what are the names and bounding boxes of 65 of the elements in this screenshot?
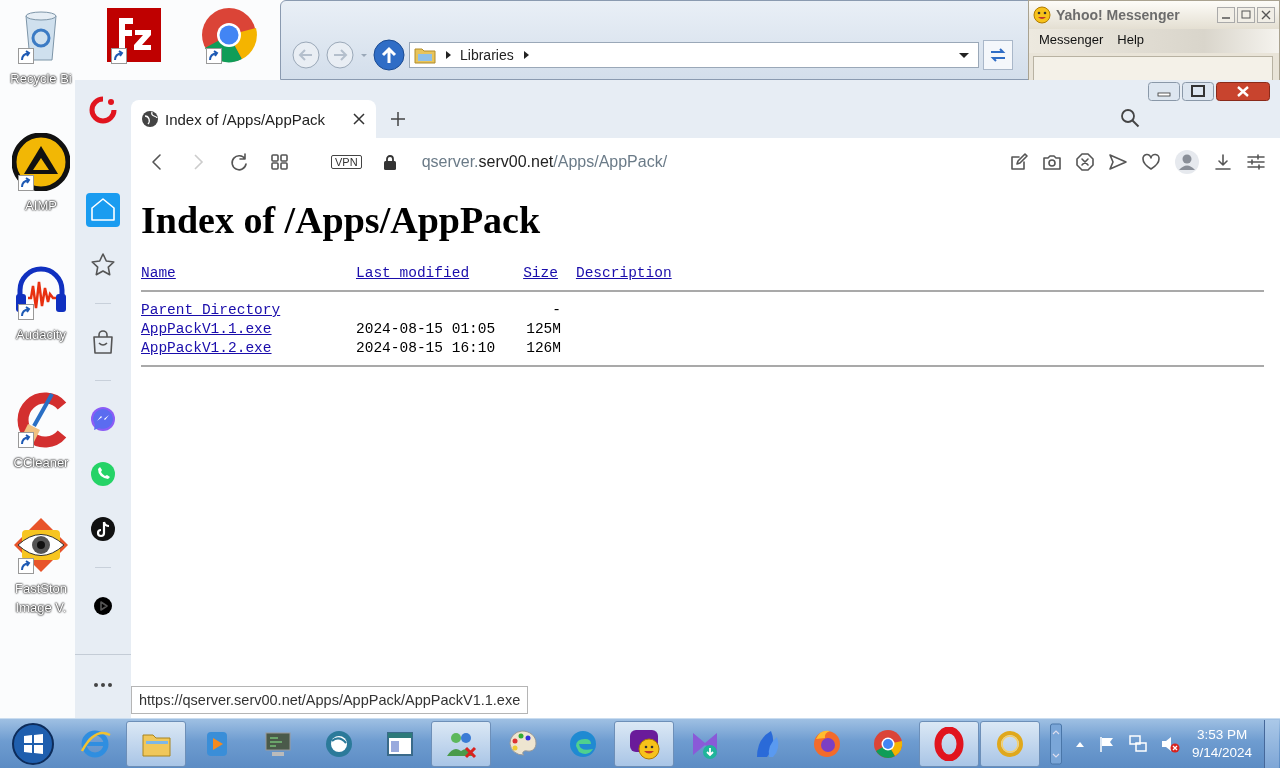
address-bar[interactable]: Libraries	[409, 42, 979, 68]
browser-logo-icon[interactable]	[89, 96, 117, 124]
file-link[interactable]: AppPackV1.2.exe	[141, 339, 356, 358]
taskbar-button[interactable]	[614, 720, 674, 767]
vpn-badge[interactable]: VPN	[331, 154, 362, 169]
start-orb-icon[interactable]	[11, 721, 55, 766]
library-folder-icon	[414, 46, 436, 64]
refresh-icon[interactable]	[983, 40, 1013, 70]
column-header-link[interactable]: Size	[523, 264, 558, 283]
network-icon[interactable]	[1128, 733, 1148, 754]
globe-icon	[141, 110, 159, 128]
chevron-icon	[444, 49, 452, 61]
address-field[interactable]: qserver.serv00.net/Apps/AppPack/	[421, 152, 988, 171]
heart-icon[interactable]	[1141, 151, 1161, 172]
triangle-logo-icon[interactable]	[12, 133, 70, 191]
wheel-icon[interactable]	[200, 6, 258, 64]
desktop-icon-label[interactable]: Recycle Bi	[6, 70, 76, 89]
file-link[interactable]: AppPackV1.1.exe	[141, 320, 356, 339]
avatar-icon[interactable]	[1174, 148, 1200, 175]
maximize-icon[interactable]	[1182, 82, 1214, 101]
desktop-icon-label[interactable]: CCleaner	[6, 454, 76, 473]
browser-tab[interactable]: Index of /Apps/AppPack	[131, 100, 376, 138]
column-header-link[interactable]: Last modified	[356, 264, 470, 283]
status-url-tooltip: https://qserver.serv00.net/Apps/AppPack/AppPackV1.1.exe	[131, 686, 529, 714]
menu-item[interactable]: Help	[1117, 32, 1145, 50]
scroll-arrows-icon[interactable]	[1050, 721, 1062, 766]
blocker-icon[interactable]	[1075, 151, 1095, 172]
close-icon[interactable]	[352, 112, 366, 126]
menu-item[interactable]: Messenger	[1039, 32, 1104, 50]
edit-icon[interactable]	[1009, 151, 1029, 172]
plus-icon[interactable]	[390, 111, 406, 127]
file-link[interactable]: Parent Directory	[141, 301, 356, 320]
address-text: Libraries	[460, 47, 514, 63]
grid-icon[interactable]	[270, 151, 290, 172]
filezilla-icon[interactable]	[105, 6, 163, 64]
desktop-icon-label[interactable]: AIMP	[6, 197, 76, 216]
taskbar-button[interactable]	[431, 720, 491, 767]
more-icon[interactable]	[92, 681, 114, 689]
file-size: -	[551, 301, 561, 320]
sliders-icon[interactable]	[1246, 151, 1266, 172]
window-title: Yahoo! Messenger	[1056, 7, 1181, 23]
modified-date: 2024-08-15 16:10	[356, 339, 497, 358]
column-header-link[interactable]: Name	[141, 264, 356, 283]
minimize-icon[interactable]	[1217, 7, 1235, 23]
ring-icon	[932, 726, 966, 761]
column-header-link[interactable]: Description	[575, 264, 672, 283]
close-icon[interactable]	[1257, 7, 1275, 23]
search-icon[interactable]	[1120, 108, 1140, 128]
lock-icon	[382, 153, 397, 170]
show-desktop-button[interactable]	[1264, 719, 1280, 768]
modified-date: 2024-08-15 01:05	[356, 320, 497, 339]
close-icon[interactable]	[1216, 82, 1270, 101]
taskbar-button[interactable]	[919, 720, 979, 767]
home-icon[interactable]	[85, 192, 121, 228]
smiley-icon	[1033, 6, 1051, 24]
desktop-icon-label[interactable]: FastSton Image V.	[6, 580, 76, 618]
flag-icon[interactable]	[1098, 734, 1116, 753]
file-size: 126M	[525, 339, 561, 358]
chevron-icon	[521, 49, 530, 61]
download-icon[interactable]	[1213, 151, 1233, 172]
send-icon[interactable]	[1108, 151, 1128, 172]
file-size: 125M	[525, 320, 561, 339]
reload-icon[interactable]	[229, 151, 249, 172]
desktop-icon-label[interactable]: Audacity	[6, 326, 76, 345]
page-heading: Index of /Apps/AppPack	[141, 198, 542, 242]
